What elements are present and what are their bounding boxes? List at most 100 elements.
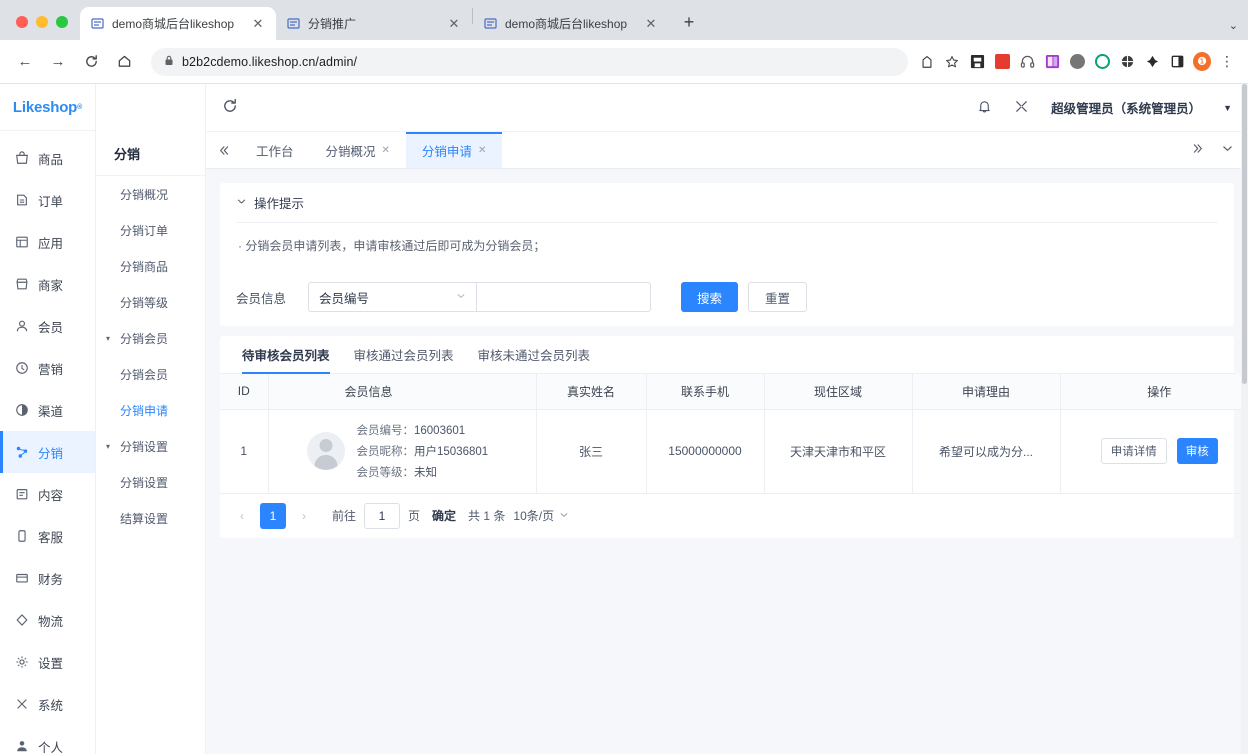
close-icon[interactable]: ✕: [446, 16, 462, 32]
page-size-select[interactable]: 10条/页: [513, 507, 569, 524]
sidebar-item-label: 应用: [38, 233, 63, 252]
pagination-page-1[interactable]: 1: [260, 503, 286, 529]
chevron-down-icon[interactable]: ⌄: [1229, 19, 1238, 32]
sidebar-item-service[interactable]: 客服: [0, 515, 95, 557]
browser-tab-1[interactable]: demo商城后台likeshop ✕: [80, 7, 276, 40]
sidebar-item-distribution[interactable]: 分销: [0, 431, 95, 473]
submenu-item-orders[interactable]: 分销订单: [96, 212, 205, 248]
close-window-button[interactable]: [16, 16, 28, 28]
sidebar-item-content[interactable]: 内容: [0, 473, 95, 515]
page-scrollbar[interactable]: [1241, 84, 1248, 754]
submenu-item-levels[interactable]: 分销等级: [96, 284, 205, 320]
submenu-item-label: 分销订单: [120, 222, 168, 239]
chevron-down-icon: [456, 291, 466, 303]
search-field-select[interactable]: 会员编号: [308, 282, 476, 312]
extension-dark-icon[interactable]: [1118, 53, 1136, 71]
submenu-item-applications[interactable]: 分销申请: [96, 392, 205, 428]
new-tab-button[interactable]: +: [675, 9, 703, 37]
refresh-icon[interactable]: [222, 98, 238, 118]
downloads-icon[interactable]: [918, 53, 936, 71]
user-name[interactable]: 超级管理员（系统管理员）: [1051, 98, 1201, 117]
table-tab-approved[interactable]: 审核通过会员列表: [342, 336, 466, 373]
extension-purple-icon[interactable]: [1043, 53, 1061, 71]
submenu-item-label: 结算设置: [120, 510, 168, 527]
address-bar[interactable]: b2b2cdemo.likeshop.cn/admin/: [151, 48, 908, 76]
close-icon[interactable]: ✕: [643, 16, 659, 32]
extension-pin-icon[interactable]: [1143, 53, 1161, 71]
home-icon[interactable]: [109, 47, 139, 77]
extension-green-ring-icon[interactable]: [1093, 53, 1111, 71]
submenu-item-overview[interactable]: 分销概况: [96, 176, 205, 212]
sidebar-item-goods[interactable]: 商品: [0, 137, 95, 179]
back-button[interactable]: ←: [10, 47, 40, 77]
submenu-group-members[interactable]: ▾ 分销会员: [96, 320, 205, 356]
sidebar-item-member[interactable]: 会员: [0, 305, 95, 347]
sidebar-item-settings[interactable]: 设置: [0, 641, 95, 683]
submenu-item-goods[interactable]: 分销商品: [96, 248, 205, 284]
sidebar-item-marketing[interactable]: 营销: [0, 347, 95, 389]
browser-menu-icon[interactable]: ⋮: [1218, 53, 1236, 71]
reload-icon[interactable]: [76, 47, 106, 77]
sidebar-item-order[interactable]: 订单: [0, 179, 95, 221]
pagination-goto-input[interactable]: [364, 503, 400, 529]
tab-distribution-application[interactable]: 分销申请 ✕: [406, 132, 502, 168]
marketing-icon: [14, 361, 29, 376]
pagination-next-button[interactable]: ›: [294, 509, 314, 523]
search-button[interactable]: 搜索: [681, 282, 738, 312]
extension-headphone-icon[interactable]: [1018, 53, 1036, 71]
pagination-confirm-button[interactable]: 确定: [432, 507, 456, 524]
table-tab-rejected[interactable]: 审核未通过会员列表: [466, 336, 603, 373]
tab-distribution-overview[interactable]: 分销概况 ✕: [310, 132, 406, 168]
browser-tab-3[interactable]: demo商城后台likeshop ✕: [473, 7, 669, 40]
pagination-total: 共 1 条: [468, 507, 505, 524]
minimize-window-button[interactable]: [36, 16, 48, 28]
sidebar-item-channel[interactable]: 渠道: [0, 389, 95, 431]
sidebar-item-system[interactable]: 系统: [0, 683, 95, 725]
member-icon: [14, 319, 29, 334]
submenu-item-settlement[interactable]: 结算设置: [96, 500, 205, 536]
sidebar-item-merchant[interactable]: 商家: [0, 263, 95, 305]
bell-icon[interactable]: [977, 99, 992, 117]
submenu-item-settings[interactable]: 分销设置: [96, 464, 205, 500]
close-icon[interactable]: ✕: [382, 145, 390, 156]
close-icon[interactable]: ✕: [250, 16, 266, 32]
submenu-item-members[interactable]: 分销会员: [96, 356, 205, 392]
extension-grey-icon[interactable]: [1068, 53, 1086, 71]
extension-save-icon[interactable]: [968, 53, 986, 71]
primary-sidebar-items: 商品 订单 应用 商家 会员 营销: [0, 131, 95, 754]
application-detail-button[interactable]: 申请详情: [1101, 438, 1167, 464]
fullscreen-icon[interactable]: [1014, 99, 1029, 117]
scrollbar-thumb[interactable]: [1242, 84, 1247, 384]
browser-tabstrip: demo商城后台likeshop ✕ 分销推广 ✕ demo商城后台likesh…: [0, 0, 1248, 40]
sidebar-item-apps[interactable]: 应用: [0, 221, 95, 263]
sidebar-item-finance[interactable]: 财务: [0, 557, 95, 599]
sidebar-item-logistics[interactable]: 物流: [0, 599, 95, 641]
extension-window-icon[interactable]: [1168, 53, 1186, 71]
submenu-item-label: 分销商品: [120, 258, 168, 275]
tabs-overflow-icon[interactable]: [1192, 142, 1205, 158]
maximize-window-button[interactable]: [56, 16, 68, 28]
review-button[interactable]: 审核: [1177, 438, 1218, 464]
chevron-down-icon[interactable]: ▼: [1223, 103, 1232, 113]
tabs-dropdown-icon[interactable]: [1221, 142, 1234, 158]
logistics-icon: [14, 613, 29, 628]
table-tab-pending[interactable]: 待审核会员列表: [230, 336, 342, 373]
browser-toolbar: ← → b2b2cdemo.likeshop.cn/admin/: [0, 40, 1248, 84]
collapse-sidebar-button[interactable]: [206, 132, 240, 168]
sidebar-item-personal[interactable]: 个人: [0, 725, 95, 754]
profile-avatar[interactable]: ❶: [1193, 53, 1211, 71]
column-header-member-info: 会员信息: [268, 374, 536, 409]
submenu-group-settings[interactable]: ▾ 分销设置: [96, 428, 205, 464]
close-icon[interactable]: ✕: [478, 145, 486, 156]
tab-label: 工作台: [256, 141, 294, 160]
column-header-region: 现住区域: [764, 374, 912, 409]
extension-red-icon[interactable]: [993, 53, 1011, 71]
bookmark-star-icon[interactable]: [943, 53, 961, 71]
browser-tab-2[interactable]: 分销推广 ✕: [276, 7, 472, 40]
pagination-prev-button[interactable]: ‹: [232, 509, 252, 523]
reset-button[interactable]: 重置: [748, 282, 807, 312]
search-input[interactable]: [476, 282, 651, 312]
operation-hint-header[interactable]: 操作提示: [236, 183, 1218, 223]
tab-workbench[interactable]: 工作台: [240, 132, 310, 168]
forward-button[interactable]: →: [43, 47, 73, 77]
